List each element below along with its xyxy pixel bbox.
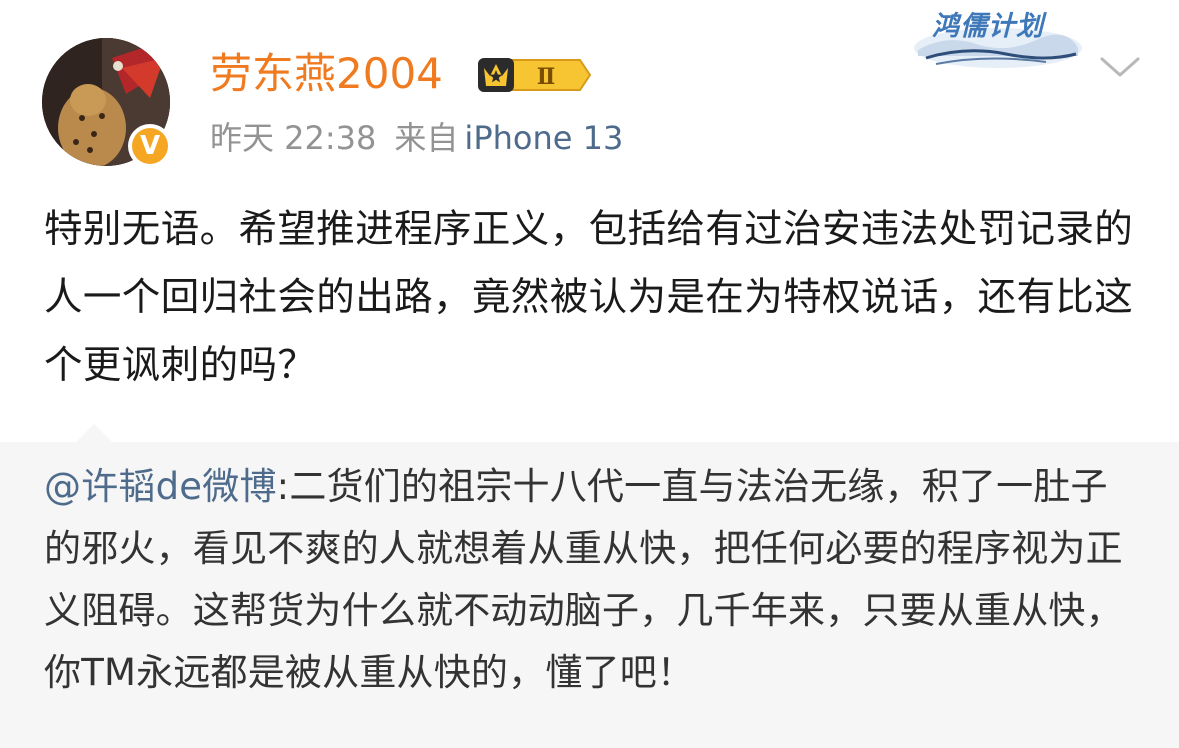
chevron-down-icon[interactable]: [1098, 54, 1142, 80]
level-badge-text: Ⅱ: [537, 64, 556, 90]
post-source-prefix: 来自: [394, 119, 459, 157]
post-time: 昨天 22:38: [210, 119, 377, 157]
repost-pointer: [74, 424, 114, 444]
verified-badge: V: [128, 124, 172, 168]
post-text: 特别无语。希望推进程序正义，包括给有过治安违法处罚记录的人一个回归社会的出路，竟…: [44, 207, 1134, 388]
repost-author[interactable]: @许韬de微博: [44, 465, 277, 508]
username[interactable]: 劳东燕2004: [210, 46, 443, 102]
level-badge[interactable]: Ⅱ: [476, 54, 592, 96]
repost-separator: :: [276, 465, 290, 508]
post-meta: 昨天 22:38 来自 iPhone 13: [210, 116, 623, 160]
repost-card[interactable]: @许韬de微博:二货们的祖宗十八代一直与法治无缘，积了一肚子的邪火，看见不爽的人…: [0, 442, 1179, 748]
post-device[interactable]: iPhone 13: [464, 119, 623, 157]
verified-v-icon: V: [132, 128, 168, 164]
repost-text: @许韬de微博:二货们的祖宗十八代一直与法治无缘，积了一肚子的邪火，看见不爽的人…: [44, 456, 1129, 704]
weibo-post: V 劳东燕2004 Ⅱ 昨天 22:38 来自 iPhone 13 鸿儒计划 特别无…: [0, 0, 1179, 420]
logo-text: 鸿儒计划: [932, 11, 1044, 42]
